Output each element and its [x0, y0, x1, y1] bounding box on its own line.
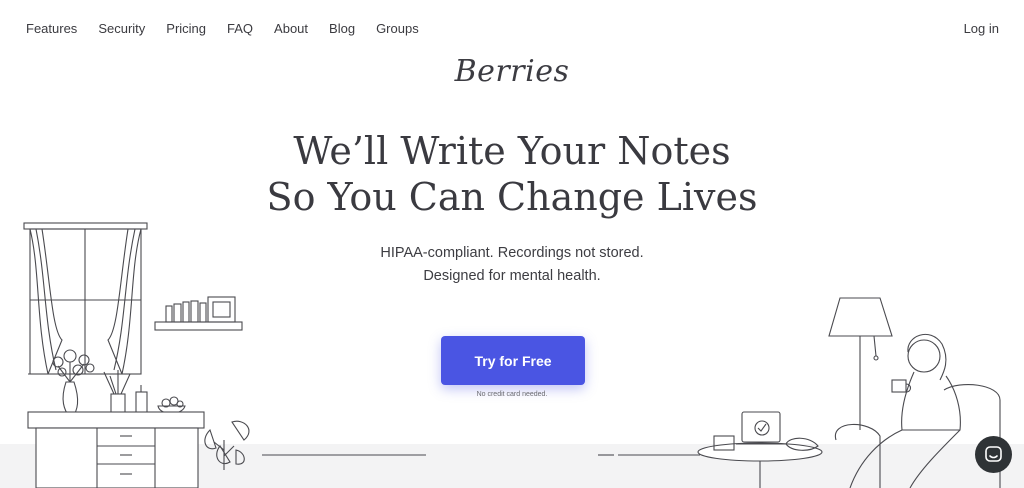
floor-lamp-illustration — [828, 297, 893, 430]
headline-line-2: So You Can Change Lives — [266, 175, 758, 219]
bookshelf-illustration — [154, 296, 243, 331]
subtitle-line-1: HIPAA-compliant. Recordings not stored. — [380, 245, 644, 261]
nav-link-blog[interactable]: Blog — [329, 21, 355, 36]
nav-link-about[interactable]: About — [274, 21, 308, 36]
headline-line-1: We’ll Write Your Notes — [293, 129, 731, 173]
chat-bubble-icon — [985, 446, 1002, 462]
no-credit-card-note: No credit card needed. — [476, 391, 548, 398]
try-for-free-button[interactable]: Try for Free — [441, 336, 585, 385]
hero-subtitle: HIPAA-compliant. Recordings not stored. … — [0, 242, 1024, 288]
chat-launcher-button[interactable] — [975, 436, 1012, 473]
potted-plant-illustration — [204, 420, 250, 470]
nav-link-groups[interactable]: Groups — [376, 21, 419, 36]
nav-link-features[interactable]: Features — [26, 21, 77, 36]
nav-link-security[interactable]: Security — [98, 21, 145, 36]
top-nav: Features Security Pricing FAQ About Blog… — [0, 0, 1024, 58]
nav-links: Features Security Pricing FAQ About Blog… — [26, 21, 440, 36]
cabinet-illustration — [27, 411, 205, 488]
login-link[interactable]: Log in — [964, 21, 999, 36]
nav-link-faq[interactable]: FAQ — [227, 21, 253, 36]
subtitle-line-2: Designed for mental health. — [423, 268, 601, 284]
hero-headline: We’ll Write Your Notes So You Can Change… — [0, 128, 1024, 220]
side-table-illustration — [697, 411, 823, 488]
vase-plant-illustration — [52, 349, 95, 419]
nav-link-pricing[interactable]: Pricing — [166, 21, 206, 36]
brand-logo[interactable]: Berries — [0, 54, 1024, 89]
